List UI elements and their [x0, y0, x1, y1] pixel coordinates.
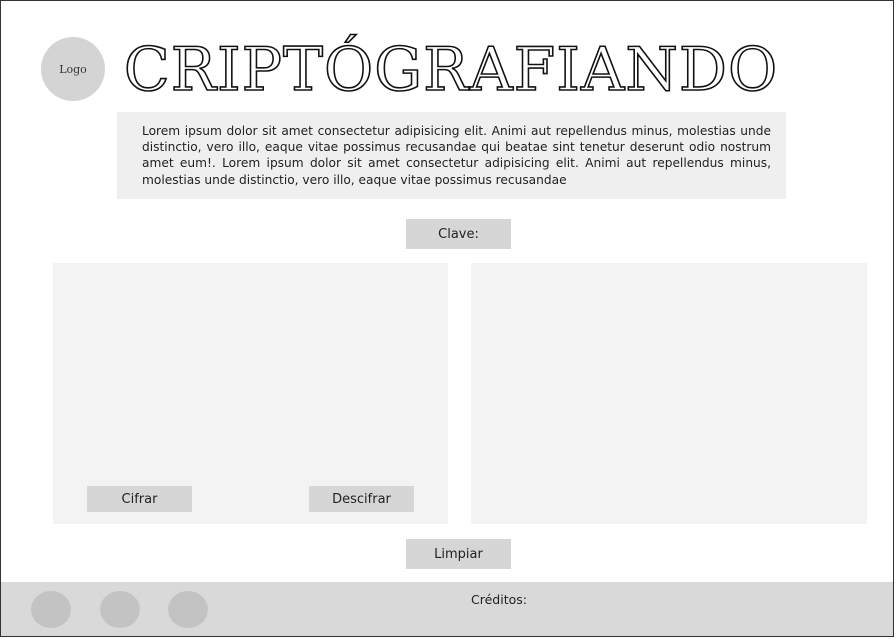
input-textarea[interactable]: [53, 263, 448, 524]
logo[interactable]: Logo: [41, 37, 105, 101]
clear-button[interactable]: Limpiar: [406, 539, 511, 569]
encrypt-button[interactable]: Cifrar: [87, 486, 192, 512]
input-panel[interactable]: Cifrar Descifrar: [53, 263, 448, 524]
output-textarea[interactable]: [471, 263, 867, 524]
social-icon-2[interactable]: [100, 591, 140, 628]
page-frame: Logo CRIPTÓGRAFIANDO Lorem ipsum dolor s…: [0, 0, 894, 637]
key-label: Clave:: [438, 226, 479, 242]
encrypt-label: Cifrar: [121, 491, 158, 507]
clear-label: Limpiar: [434, 546, 483, 562]
intro-text: Lorem ipsum dolor sit amet consectetur a…: [117, 112, 786, 199]
key-button[interactable]: Clave:: [406, 219, 511, 249]
social-icon-1[interactable]: [31, 591, 71, 628]
logo-label: Logo: [59, 62, 87, 76]
decrypt-button[interactable]: Descifrar: [309, 486, 414, 512]
credits-label: Créditos:: [471, 592, 527, 607]
page-title: CRIPTÓGRAFIANDO: [123, 34, 779, 106]
social-icon-3[interactable]: [168, 591, 208, 628]
output-panel[interactable]: [471, 263, 867, 524]
footer: Créditos:: [1, 582, 893, 636]
decrypt-label: Descifrar: [332, 491, 391, 507]
